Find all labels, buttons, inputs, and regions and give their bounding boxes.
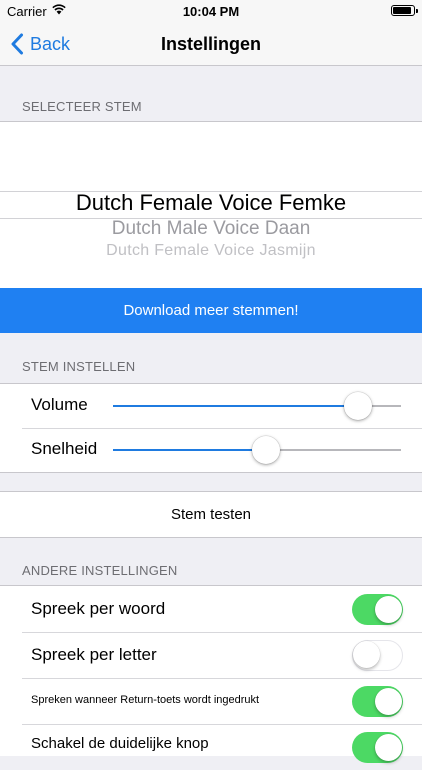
- volume-track-filled[interactable]: [113, 405, 358, 407]
- speed-slider-thumb[interactable]: [251, 436, 280, 464]
- speak-on-return-toggle[interactable]: [352, 686, 403, 717]
- status-bar: Carrier 10:04 PM: [0, 0, 422, 22]
- battery-icon: [391, 5, 418, 16]
- volume-row: Volume: [0, 384, 422, 428]
- download-voices-button[interactable]: Download meer stemmen!: [0, 288, 422, 333]
- voice-option[interactable]: Dutch Female Voice Jasmijn: [0, 242, 422, 260]
- speed-label: Snelheid: [31, 439, 98, 458]
- volume-label: Volume: [31, 395, 88, 414]
- speed-track-filled[interactable]: [113, 449, 266, 451]
- volume-slider-thumb[interactable]: [343, 392, 372, 420]
- setting-row-speak-return: Spreken wanneer Return-toets wordt inged…: [0, 678, 422, 724]
- clock: 10:04 PM: [182, 4, 240, 19]
- voice-option[interactable]: Dutch Male Voice Daan: [0, 218, 422, 240]
- voice-option-selected[interactable]: Dutch Female Voice Femke: [0, 190, 422, 216]
- setting-row-clear-button: Schakel de duidelijke knop: [0, 724, 422, 770]
- test-voice-cell[interactable]: Stem testen: [0, 491, 422, 538]
- voice-settings-group: Volume Snelheid: [0, 383, 422, 473]
- setting-label: Spreek per letter: [31, 645, 157, 664]
- speed-track-empty[interactable]: [265, 449, 401, 451]
- navigation-bar: Back Instellingen: [0, 22, 422, 66]
- speed-row: Snelheid: [0, 428, 422, 472]
- speak-per-letter-toggle[interactable]: [352, 640, 403, 671]
- setting-row-speak-word: Spreek per woord: [0, 586, 422, 632]
- setting-label: Schakel de duidelijke knop: [31, 735, 209, 752]
- test-voice-button[interactable]: Stem testen: [0, 506, 422, 523]
- voice-settings-header: STEM INSTELLEN: [22, 359, 136, 374]
- voice-picker[interactable]: Dutch Female Voice Femke Dutch Male Voic…: [0, 121, 422, 290]
- clear-button-toggle[interactable]: [352, 732, 403, 763]
- voice-section-header: SELECTEER STEM: [22, 99, 142, 114]
- other-settings-group: Spreek per woord Spreek per letter Sprek…: [0, 585, 422, 763]
- setting-row-speak-letter: Spreek per letter: [0, 632, 422, 678]
- other-settings-header: ANDERE INSTELLINGEN: [22, 563, 178, 578]
- speak-per-word-toggle[interactable]: [352, 594, 403, 625]
- page-title: Instellingen: [160, 34, 261, 54]
- setting-label: Spreek per woord: [31, 599, 166, 618]
- setting-label: Spreken wanneer Return-toets wordt inged…: [31, 694, 260, 706]
